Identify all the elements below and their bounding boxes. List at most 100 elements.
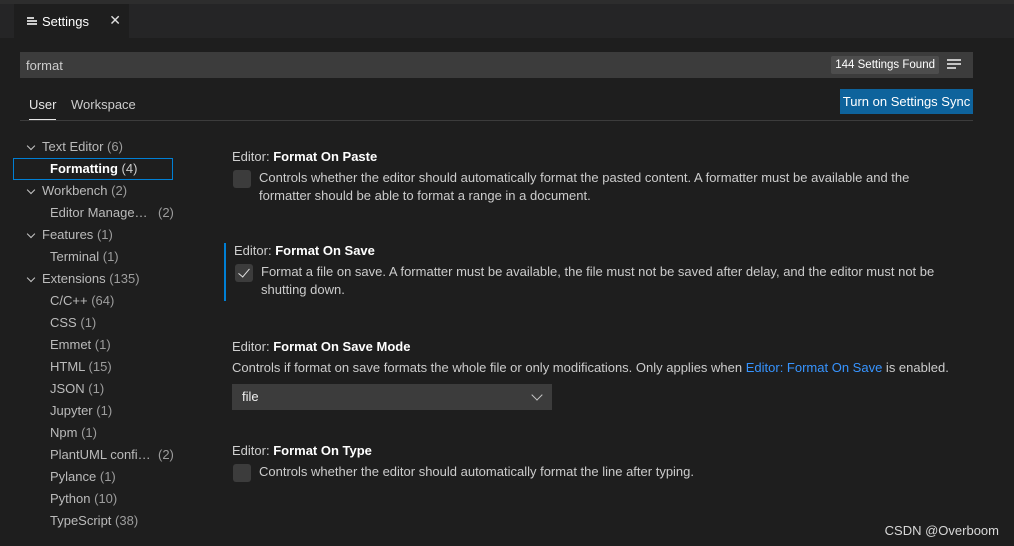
toc-item-json[interactable]: JSON (1) (13, 378, 173, 400)
setting-format-on-save: Editor: Format On Save Format a file on … (224, 243, 964, 301)
toc-count: (64) (91, 293, 115, 308)
setting-format-on-paste: Editor: Format On Paste Controls whether… (224, 149, 964, 209)
toc-item-formatting[interactable]: Formatting (4) (13, 158, 173, 180)
toc-item-css[interactable]: CSS (1) (13, 312, 173, 334)
toc-item-emmet[interactable]: Emmet (1) (13, 334, 173, 356)
toc-count: (1) (96, 227, 113, 242)
toc-label: Text Editor (42, 139, 104, 154)
toc-count: (2) (111, 183, 128, 198)
toc-label: JSON (50, 381, 85, 396)
toc-label: Pylance (50, 469, 97, 484)
toc-label: Python (50, 491, 91, 506)
setting-key: Format On Type (273, 443, 372, 458)
toc-count: (1) (80, 315, 97, 330)
toc-count: (1) (88, 381, 105, 396)
settings-list-icon (26, 15, 38, 27)
setting-title: Editor: Format On Paste (232, 149, 377, 164)
toc-label: CSS (50, 315, 77, 330)
format-on-save-link[interactable]: Editor: Format On Save (746, 360, 883, 375)
toc-count: (15) (88, 359, 112, 374)
toc-item-features[interactable]: Features (1) (13, 224, 173, 246)
toc-count: (10) (94, 491, 118, 506)
format-on-paste-checkbox[interactable] (233, 170, 251, 188)
turn-on-settings-sync-button[interactable]: Turn on Settings Sync (840, 89, 973, 114)
tab-workspace[interactable]: Workspace (71, 97, 136, 112)
setting-description: Controls whether the editor should autom… (259, 464, 695, 479)
setting-title: Editor: Format On Save Mode (232, 339, 410, 354)
toc-label: Features (42, 227, 94, 242)
toc-count: (1) (99, 469, 116, 484)
toc-item-python[interactable]: Python (10) (13, 488, 173, 510)
watermark: CSDN @Overboom (884, 523, 999, 538)
toc-item-extensions[interactable]: Extensions (135) (13, 268, 173, 290)
toc-item-jupyter[interactable]: Jupyter (1) (13, 400, 173, 422)
format-on-save-mode-select[interactable]: file (232, 384, 552, 410)
tab-bar-top-border (0, 0, 1014, 4)
setting-description: Controls whether the editor should autom… (259, 170, 910, 203)
toc-label: Extensions (42, 271, 106, 286)
close-icon[interactable]: ✕ (109, 12, 121, 29)
setting-format-on-save-mode: Editor: Format On Save Mode Controls if … (224, 339, 964, 414)
toc-label: Jupyter (50, 403, 93, 418)
toc-label: Formatting (50, 161, 118, 176)
format-on-type-checkbox[interactable] (233, 464, 251, 482)
toc-label: C/C++ (50, 293, 88, 308)
toc-count: (1) (81, 425, 97, 440)
toc-count: (38) (115, 513, 139, 528)
chevron-down-icon (531, 389, 543, 401)
tab-user[interactable]: User (29, 97, 57, 120)
select-value: file (242, 389, 259, 404)
toc-item-editor-management[interactable]: Editor Manage… (2) (13, 202, 174, 224)
setting-title: Editor: Format On Type (232, 443, 372, 458)
toc-count: (135) (109, 271, 140, 286)
toc-item-typescript[interactable]: TypeScript (38) (13, 510, 173, 532)
toc-item-html[interactable]: HTML (15) (13, 356, 173, 378)
toc-item-workbench[interactable]: Workbench (2) (13, 180, 173, 202)
setting-key: Format On Save (275, 243, 375, 258)
setting-description: Controls if format on save formats the w… (232, 359, 962, 377)
tab-title: Settings (42, 13, 89, 29)
editor-tab-bar: Settings ✕ (0, 0, 1014, 38)
toc-count: (1) (102, 249, 119, 264)
chevron-down-icon (26, 268, 36, 290)
setting-category: Editor: (232, 339, 274, 354)
settings-search-input[interactable]: format 144 Settings Found (20, 52, 973, 78)
setting-category: Editor: (234, 243, 276, 258)
toc-label: TypeScript (50, 513, 112, 528)
toc-count: (1) (94, 337, 111, 352)
setting-title: Editor: Format On Save (234, 243, 375, 258)
search-value: format (26, 57, 63, 73)
settings-toc: Text Editor (6) Formatting (4) Workbench… (13, 136, 174, 532)
toc-label: Npm (50, 425, 78, 440)
toc-item-cpp[interactable]: C/C++ (64) (13, 290, 173, 312)
toc-item-plantuml[interactable]: PlantUML confi… (2) (13, 444, 174, 466)
toc-label: Emmet (50, 337, 92, 352)
toc-label: Terminal (50, 249, 100, 264)
chevron-down-icon (26, 180, 36, 202)
description-text: Controls if format on save formats the w… (232, 360, 746, 375)
toc-item-text-editor[interactable]: Text Editor (6) (13, 136, 173, 158)
setting-key: Format On Save Mode (273, 339, 411, 354)
settings-scope-tabs: User Workspace (20, 92, 973, 121)
setting-description: Format a file on save. A formatter must … (261, 264, 935, 297)
toc-count: (6) (107, 139, 123, 154)
toc-item-terminal[interactable]: Terminal (1) (13, 246, 173, 268)
toc-count: (2) (158, 205, 174, 220)
chevron-down-icon (26, 136, 36, 158)
filter-icon[interactable] (947, 59, 961, 71)
toc-count: (1) (96, 403, 113, 418)
tab-settings[interactable]: Settings ✕ (14, 4, 129, 38)
toc-label: Editor Manage… (50, 205, 148, 220)
toc-label: HTML (50, 359, 85, 374)
toc-label: Workbench (42, 183, 108, 198)
settings-found-badge: 144 Settings Found (831, 56, 939, 74)
setting-category: Editor: (232, 149, 274, 164)
toc-label: PlantUML confi… (50, 447, 151, 462)
format-on-save-checkbox[interactable] (235, 264, 253, 282)
setting-key: Format On Paste (273, 149, 378, 164)
toc-item-npm[interactable]: Npm (1) (13, 422, 173, 444)
chevron-down-icon (26, 224, 36, 246)
toc-item-pylance[interactable]: Pylance (1) (13, 466, 173, 488)
description-text: is enabled. (882, 360, 949, 375)
toc-count: (2) (158, 447, 174, 462)
